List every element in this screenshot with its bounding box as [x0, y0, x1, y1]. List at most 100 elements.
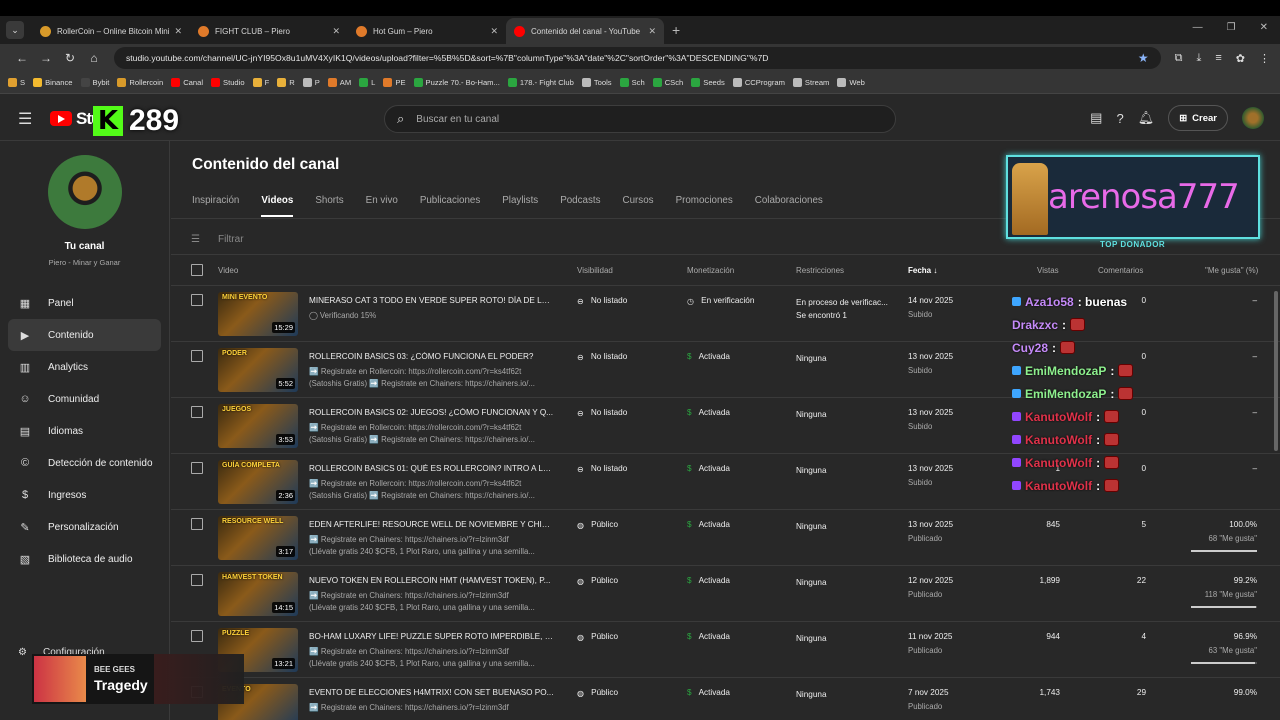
bookmark-item[interactable]: Stream [792, 78, 829, 87]
monetization-cell[interactable]: $ Activada [687, 688, 730, 697]
sidebar-item-idiomas[interactable]: ▤ Idiomas [0, 415, 169, 447]
restrictions-cell[interactable]: Ninguna [796, 632, 901, 645]
bookmark-item[interactable]: Binance [33, 78, 73, 87]
restore-icon[interactable]: ❐ [1227, 22, 1236, 33]
visibility-cell[interactable]: ⊖ No listado [577, 408, 627, 418]
bookmark-item[interactable]: Rollercoin [117, 78, 163, 87]
minimize-icon[interactable]: — [1193, 22, 1203, 33]
table-row[interactable]: RESOURCE WELL 3:17 EDEN AFTERLIFE! RESOURC… [171, 510, 1280, 566]
scrollbar[interactable] [1274, 291, 1278, 451]
row-checkbox[interactable] [191, 294, 203, 306]
table-row[interactable]: HAMVEST TOKEN 14:15 NUEVO TOKEN EN ROLLERC… [171, 566, 1280, 622]
bookmark-item[interactable]: R [277, 78, 295, 87]
tab-colaboraciones[interactable]: Colaboraciones [755, 195, 823, 217]
select-all-checkbox[interactable] [191, 264, 203, 276]
help-icon[interactable]: ? [1116, 111, 1123, 126]
bookmark-item[interactable]: Sch [619, 78, 645, 87]
url-field[interactable]: studio.youtube.com/channel/UC-jnYI95Ox8u… [114, 47, 1161, 69]
video-thumbnail[interactable]: HAMVEST TOKEN 14:15 [218, 572, 298, 616]
row-checkbox[interactable] [191, 630, 203, 642]
create-button[interactable]: ⊞ Crear [1168, 105, 1228, 131]
bookmark-item[interactable]: Tools [581, 78, 612, 87]
video-title[interactable]: ROLLERCOIN BASICS 01: QUÉ ES ROLLERCOIN?… [309, 464, 554, 473]
bookmark-item[interactable]: Bybit [80, 78, 109, 87]
video-thumbnail[interactable]: JUEGOS 3:53 [218, 404, 298, 448]
bookmark-item[interactable]: Studio [211, 78, 245, 87]
bookmark-item[interactable]: Web [837, 78, 865, 87]
sidebar-item-detección[interactable]: © Detección de contenido [0, 447, 169, 479]
tab-publicaciones[interactable]: Publicaciones [420, 195, 480, 217]
col-date-sort[interactable]: Fecha ↓ [908, 266, 937, 275]
monetization-cell[interactable]: ◷ En verificación [687, 296, 754, 306]
bookmark-item[interactable]: P [302, 78, 320, 87]
restrictions-cell[interactable]: Ninguna [796, 408, 901, 421]
new-tab-button[interactable]: + [672, 22, 680, 38]
video-thumbnail[interactable]: MINI EVENTO 15:29 [218, 292, 298, 336]
monetization-cell[interactable]: $ Activada [687, 632, 730, 641]
video-title[interactable]: EDEN AFTERLIFE! RESOURCE WELL DE NOVIEMB… [309, 520, 554, 529]
tab-inspiración[interactable]: Inspiración [192, 195, 239, 217]
browser-tab[interactable]: FIGHT CLUB – Piero ✕ [190, 18, 348, 44]
restrictions-cell[interactable]: Ninguna [796, 576, 901, 589]
menu-icon[interactable]: ⋮ [1259, 52, 1270, 65]
browser-tab[interactable]: Hot Gum – Piero ✕ [348, 18, 506, 44]
tab-close-icon[interactable]: ✕ [490, 26, 498, 37]
video-title[interactable]: BO-HAM LUXARY LIFE! PUZZLE SUPER ROTO IM… [309, 632, 554, 641]
tab-videos[interactable]: Videos [261, 195, 294, 217]
bookmark-item[interactable]: S [8, 78, 25, 87]
row-checkbox[interactable] [191, 406, 203, 418]
back-icon[interactable]: ← [10, 51, 34, 65]
bookmark-item[interactable]: CCProgram [732, 78, 785, 87]
video-thumbnail[interactable]: GUÍA COMPLETA 2:36 [218, 460, 298, 504]
sidebar-item-ingresos[interactable]: $ Ingresos [0, 479, 169, 511]
bookmark-star-icon[interactable]: ★ [1138, 51, 1149, 65]
video-title[interactable]: ROLLERCOIN BASICS 02: JUEGOS! ¿CÓMO FUNC… [309, 408, 554, 417]
row-checkbox[interactable] [191, 350, 203, 362]
tab-close-icon[interactable]: ✕ [648, 26, 656, 37]
monetization-cell[interactable]: $ Activada [687, 576, 730, 585]
video-thumbnail[interactable]: RESOURCE WELL 3:17 [218, 516, 298, 560]
account-avatar[interactable] [1242, 107, 1264, 129]
tab-search-button[interactable]: ⌄ [6, 21, 24, 39]
channel-avatar[interactable] [47, 155, 122, 229]
table-row[interactable]: PUZZLE 13:21 BO-HAM LUXARY LIFE! PUZZLE SU… [171, 622, 1280, 678]
tab-shorts[interactable]: Shorts [315, 195, 343, 217]
row-checkbox[interactable] [191, 574, 203, 586]
reload-icon[interactable]: ↻ [58, 51, 82, 65]
channel-search[interactable]: ⌕ Buscar en tu canal [384, 105, 896, 133]
tab-cursos[interactable]: Cursos [623, 195, 654, 217]
sidebar-item-contenido[interactable]: ▶ Contenido [8, 319, 161, 351]
tab-close-icon[interactable]: ✕ [332, 26, 340, 37]
visibility-cell[interactable]: ⊖ No listado [577, 296, 627, 306]
sidebar-item-panel[interactable]: ▦ Panel [0, 287, 169, 319]
forward-icon[interactable]: → [34, 51, 58, 65]
notifications-bell-icon[interactable]: 🔔︎ [1138, 110, 1155, 126]
row-checkbox[interactable] [191, 518, 203, 530]
browser-tab[interactable]: Contenido del canal - YouTube ✕ [506, 18, 664, 44]
sidebar-item-biblioteca[interactable]: ▧ Biblioteca de audio [0, 543, 169, 575]
bookmark-item[interactable]: Canal [171, 78, 203, 87]
bookmark-item[interactable]: CSch [652, 78, 683, 87]
bookmark-item[interactable]: F [252, 78, 269, 87]
video-title[interactable]: ROLLERCOIN BASICS 03: ¿CÓMO FUNCIONA EL … [309, 352, 554, 361]
restrictions-cell[interactable]: Ninguna [796, 520, 901, 533]
visibility-cell[interactable]: ◍ Público [577, 520, 618, 530]
restrictions-cell[interactable]: Ninguna [796, 464, 901, 477]
monetization-cell[interactable]: $ Activada [687, 352, 730, 361]
tab-close-icon[interactable]: ✕ [174, 26, 182, 37]
extension-icon[interactable]: ✿ [1236, 52, 1245, 65]
download-icon[interactable]: ⤓ [1196, 52, 1201, 65]
visibility-cell[interactable]: ⊖ No listado [577, 464, 627, 474]
sidebar-item-analytics[interactable]: ▥ Analytics [0, 351, 169, 383]
browser-tab[interactable]: RollerCoin – Online Bitcoin Mining ✕ [32, 18, 190, 44]
video-thumbnail[interactable]: PODER 5:52 [218, 348, 298, 392]
visibility-cell[interactable]: ◍ Público [577, 632, 618, 642]
restrictions-cell[interactable]: En proceso de verificac... Se encontró 1 [796, 296, 901, 322]
tab-podcasts[interactable]: Podcasts [560, 195, 600, 217]
hamburger-menu-icon[interactable]: ☰ [18, 109, 50, 129]
bookmark-item[interactable]: 178.- Fight Club [507, 78, 574, 87]
visibility-cell[interactable]: ◍ Público [577, 688, 618, 698]
video-title[interactable]: EVENTO DE ELECCIONES H4MTRIX! CON SET BU… [309, 688, 554, 697]
monetization-cell[interactable]: $ Activada [687, 408, 730, 417]
media-icon[interactable]: ≡ [1215, 52, 1221, 65]
